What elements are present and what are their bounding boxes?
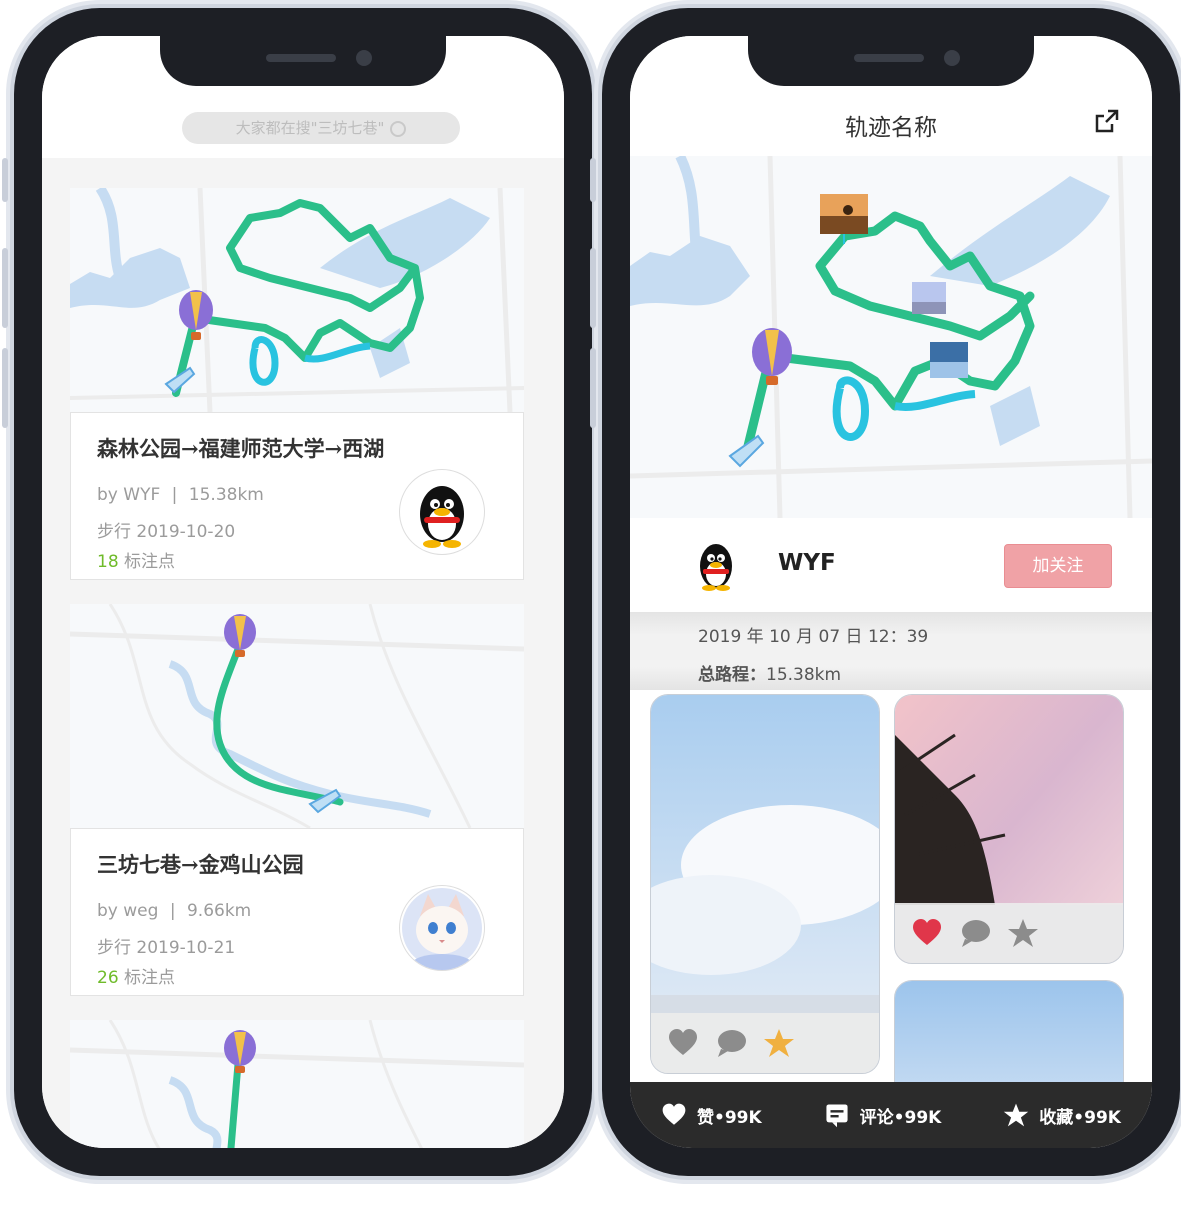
route-author-distance: by WYF | 15.38km (97, 485, 264, 505)
heart-icon (662, 1103, 686, 1125)
phone-notch (160, 36, 446, 86)
heart-icon[interactable] (667, 1027, 699, 1059)
phone-frame-right: 轨迹名称 WYF 加关注 2019 年 10 月 07 日 12：39 总路程：… (590, 8, 1180, 1176)
penguin-avatar-icon[interactable] (692, 540, 740, 592)
marker-count: 26 (97, 968, 119, 988)
meta-separator: | (169, 901, 176, 921)
author-row: WYF 加关注 (630, 518, 1152, 612)
side-button (2, 348, 8, 428)
photo-card[interactable] (894, 694, 1124, 964)
like-action[interactable]: 赞•99K (661, 1102, 762, 1128)
route-distance: 9.66km (186, 901, 252, 921)
search-icon[interactable] (390, 120, 407, 137)
side-button (590, 158, 596, 202)
route-author: by weg (97, 901, 159, 921)
photo-actions (651, 1013, 879, 1073)
author-name[interactable]: WYF (778, 550, 836, 576)
side-button (590, 348, 596, 428)
photo-card[interactable] (650, 694, 880, 1074)
balloon-start-marker (224, 614, 256, 657)
side-button (590, 248, 596, 328)
route-total-distance: 总路程：15.38km (698, 660, 841, 685)
total-distance-label: 总路程： (698, 665, 766, 685)
route-title[interactable]: 森林公园→福建师范大学→西湖 (97, 433, 384, 463)
route-map-thumbnail[interactable] (70, 1020, 524, 1148)
photo-gallery (630, 690, 1152, 1082)
penguin-avatar-icon[interactable] (399, 469, 485, 555)
route-datetime: 2019 年 10 月 07 日 12：39 (698, 627, 929, 647)
share-icon[interactable] (1094, 108, 1120, 134)
route-info: 2019 年 10 月 07 日 12：39 总路程：15.38km (630, 612, 1152, 690)
marker-count: 18 (97, 552, 119, 572)
marker-label: 标注点 (124, 552, 176, 572)
balloon-start-marker (752, 328, 792, 385)
comment-icon (826, 1104, 848, 1128)
photo-marker[interactable] (930, 342, 968, 378)
side-button (2, 158, 8, 202)
route-title[interactable]: 三坊七巷→金鸡山公园 (97, 849, 304, 879)
like-label: 赞•99K (696, 1107, 762, 1128)
comment-label: 评论•99K (859, 1107, 942, 1128)
star-icon (1004, 1103, 1029, 1127)
route-author: by WYF (97, 485, 161, 505)
route-mode-date: 步行 2019-10-20 (97, 522, 236, 542)
star-icon[interactable] (1007, 917, 1039, 949)
balloon-start-marker (224, 1030, 256, 1073)
sky-photo (895, 981, 1123, 1082)
total-distance-value: 15.38km (766, 665, 842, 685)
photo-card[interactable] (894, 980, 1124, 1082)
route-map-thumbnail[interactable] (70, 604, 524, 828)
favorite-action[interactable]: 收藏•99K (1003, 1102, 1121, 1128)
meta-separator: | (171, 485, 178, 505)
route-card-info: 森林公园→福建师范大学→西湖 by WYF | 15.38km 步行 2019-… (70, 412, 524, 580)
favorite-label: 收藏•99K (1039, 1107, 1121, 1128)
side-button (2, 248, 8, 328)
phone-frame-left: 大家都在搜"三坊七巷" 森林公园→福建师范大学→西湖 by WYF | 15.3… (2, 8, 592, 1176)
comment-icon[interactable] (959, 917, 991, 949)
route-marker-count: 26 标注点 (97, 963, 175, 988)
follow-button[interactable]: 加关注 (1004, 544, 1112, 588)
action-bar: 赞•99K 评论•99K 收藏•99K (630, 1082, 1152, 1148)
route-map-thumbnail[interactable] (70, 188, 524, 412)
comment-action[interactable]: 评论•99K (824, 1102, 942, 1128)
route-feed: 森林公园→福建师范大学→西湖 by WYF | 15.38km 步行 2019-… (42, 158, 564, 1148)
route-distance: 15.38km (188, 485, 264, 505)
route-mode-date: 步行 2019-10-21 (97, 938, 236, 958)
detail-screen: 轨迹名称 WYF 加关注 2019 年 10 月 07 日 12：39 总路程：… (630, 36, 1152, 1148)
heart-icon[interactable] (911, 917, 943, 949)
feed-screen: 大家都在搜"三坊七巷" 森林公园→福建师范大学→西湖 by WYF | 15.3… (42, 36, 564, 1148)
search-placeholder: 大家都在搜"三坊七巷" (235, 119, 385, 137)
route-map[interactable] (630, 156, 1152, 518)
search-bar[interactable]: 大家都在搜"三坊七巷" (182, 112, 460, 144)
comment-icon[interactable] (715, 1027, 747, 1059)
photo-marker[interactable] (912, 282, 946, 314)
page-title: 轨迹名称 (845, 115, 937, 141)
marker-label: 标注点 (124, 968, 176, 988)
photo-actions (895, 903, 1123, 963)
phone-notch (748, 36, 1034, 86)
route-card-info: 三坊七巷→金鸡山公园 by weg | 9.66km 步行 2019-10-21… (70, 828, 524, 996)
route-author-distance: by weg | 9.66km (97, 901, 251, 921)
route-marker-count: 18 标注点 (97, 547, 175, 572)
cat-avatar-icon[interactable] (399, 885, 485, 971)
star-icon[interactable] (763, 1027, 795, 1059)
